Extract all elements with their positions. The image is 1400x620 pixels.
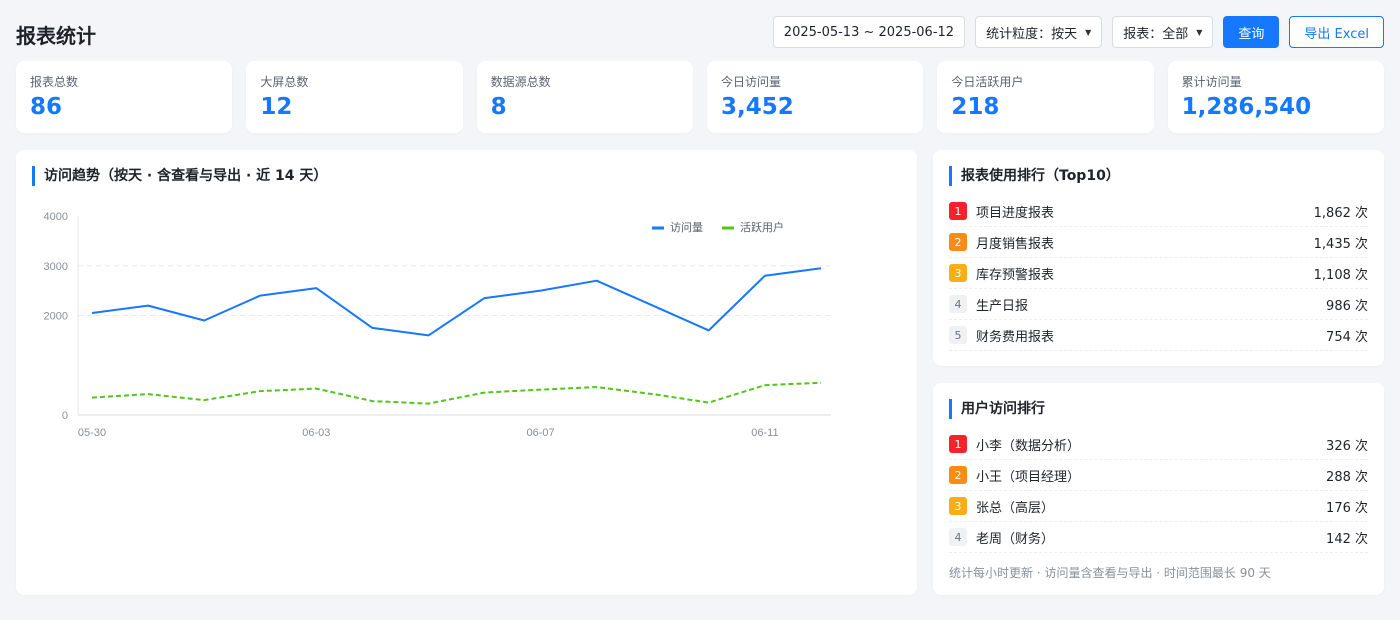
list-item[interactable]: 2 月度销售报表 1,435 次 — [949, 227, 1368, 258]
kpi-value: 3,452 — [720, 94, 794, 120]
footnote: 统计每小时更新 · 访问量含查看与导出 · 时间范围最长 90 天 — [949, 566, 1271, 580]
rank-value: 754 次 — [1326, 329, 1368, 345]
list-item[interactable]: 4 老周（财务） 142 次 — [949, 522, 1368, 553]
rank-value: 986 次 — [1326, 298, 1368, 314]
rank-value: 176 次 — [1326, 500, 1368, 516]
list-item[interactable]: 4 生产日报 986 次 — [949, 289, 1368, 320]
rank-value: 1,435 次 — [1313, 236, 1368, 252]
query-button[interactable]: 查询 — [1223, 16, 1280, 48]
granularity-value: 统计粒度：按天 — [986, 26, 1078, 42]
y-tick-label: 3000 — [44, 261, 68, 273]
kpi-card: 今日访问量 3,452 — [706, 61, 924, 133]
kpi-label: 报表总数 — [30, 75, 79, 89]
x-tick-label: 05-30 — [78, 427, 106, 439]
y-tick-label: 4000 — [44, 211, 68, 223]
report-filter-value: 报表：全部 — [1123, 26, 1189, 42]
caret-down-icon: ▼ — [1196, 27, 1203, 37]
kpi-value: 1,286,540 — [1181, 94, 1312, 120]
kpi-card: 累计访问量 1,286,540 — [1167, 61, 1384, 133]
x-tick-label: 06-11 — [751, 427, 778, 439]
rank-name: 财务费用报表 — [976, 329, 1055, 345]
kpi-card: 数据源总数 8 — [476, 61, 693, 133]
y-tick-label: 0 — [62, 410, 68, 422]
kpi-card: 今日活跃用户 218 — [937, 61, 1154, 133]
rank-value: 142 次 — [1326, 531, 1368, 547]
user-rank-title: 用户访问排行 — [949, 399, 1045, 419]
date-range-picker[interactable]: 2025-05-13 ~ 2025-06-12 — [772, 16, 966, 48]
list-item[interactable]: 1 项目进度报表 1,862 次 — [949, 196, 1368, 227]
kpi-label: 大屏总数 — [260, 75, 309, 89]
rank-name: 库存预警报表 — [976, 267, 1055, 283]
kpi-label: 数据源总数 — [490, 75, 551, 89]
rank-badge: 2 — [949, 466, 967, 484]
legend-label: 访问量 — [670, 221, 703, 234]
rank-badge: 3 — [949, 497, 967, 515]
page-title: 报表统计 — [16, 24, 96, 48]
rank-name: 老周（财务） — [976, 531, 1055, 547]
rank-badge: 5 — [949, 326, 967, 344]
rank-badge: 2 — [949, 233, 967, 251]
kpi-card: 大屏总数 12 — [246, 61, 463, 133]
trend-title: 访问趋势（按天 · 含查看与导出 · 近 14 天） — [32, 166, 327, 186]
list-item[interactable]: 1 小李（数据分析） 326 次 — [949, 429, 1368, 460]
user-rank-list: 1 小李（数据分析） 326 次 2 小王（项目经理） 288 次 3 张总（高… — [949, 429, 1368, 553]
list-item[interactable]: 5 财务费用报表 754 次 — [949, 320, 1368, 351]
list-item[interactable]: 3 库存预警报表 1,108 次 — [949, 258, 1368, 289]
user-rank-card: 用户访问排行 1 小李（数据分析） 326 次 2 小王（项目经理） 288 次… — [933, 383, 1384, 595]
series-line-2 — [91, 381, 822, 405]
kpi-value: 8 — [490, 94, 507, 120]
series-line-1 — [91, 267, 822, 337]
kpi-card: 报表总数 86 — [16, 61, 233, 133]
kpi-label: 累计访问量 — [1181, 75, 1242, 89]
trend-card: 0 2000 3000 4000 05-30 06-03 06-07 06-11 访问量 活跃用户… — [16, 150, 917, 595]
list-item[interactable]: 3 张总（高层） 176 次 — [949, 491, 1368, 522]
rank-name: 小李（数据分析） — [976, 438, 1081, 454]
rank-badge: 3 — [949, 264, 967, 282]
kpi-label: 今日活跃用户 — [951, 75, 1024, 89]
rank-value: 326 次 — [1326, 438, 1368, 454]
x-tick-label: 06-07 — [527, 427, 555, 439]
rank-name: 项目进度报表 — [976, 205, 1055, 221]
legend-label: 活跃用户 — [740, 220, 784, 234]
rank-name: 月度销售报表 — [976, 236, 1055, 252]
rank-badge: 1 — [949, 435, 967, 453]
trend-chart: 0 2000 3000 4000 05-30 06-03 06-07 06-11 访问量 活跃用户 — [44, 211, 831, 439]
toolbar: 2025-05-13 ~ 2025-06-12 统计粒度：按天 ▼ 报表：全部 … — [772, 16, 1384, 48]
rank-value: 288 次 — [1326, 469, 1368, 485]
rank-name: 生产日报 — [976, 298, 1029, 314]
kpi-value: 86 — [30, 94, 63, 120]
rank-badge: 1 — [949, 202, 967, 220]
report-rank-title: 报表使用排行（Top10） — [949, 166, 1120, 186]
y-tick-label: 2000 — [44, 311, 68, 323]
rank-badge: 4 — [949, 528, 967, 546]
x-tick-label: 06-03 — [302, 427, 330, 439]
kpi-label: 今日访问量 — [720, 75, 781, 89]
list-item[interactable]: 2 小王（项目经理） 288 次 — [949, 460, 1368, 491]
rank-name: 小王（项目经理） — [976, 469, 1081, 485]
granularity-select[interactable]: 统计粒度：按天 ▼ — [975, 16, 1103, 48]
report-filter-select[interactable]: 报表：全部 ▼ — [1112, 16, 1214, 48]
date-range-value: 2025-05-13 ~ 2025-06-12 — [783, 24, 955, 40]
export-excel-button[interactable]: 导出 Excel — [1289, 16, 1384, 48]
rank-badge: 4 — [949, 295, 967, 313]
kpi-row: 报表总数 86 大屏总数 12 数据源总数 8 今日访问量 3,452 今日活跃… — [16, 61, 1384, 133]
caret-down-icon: ▼ — [1085, 27, 1092, 37]
rank-name: 张总（高层） — [976, 500, 1055, 516]
kpi-value: 218 — [951, 94, 1000, 120]
report-rank-list: 1 项目进度报表 1,862 次 2 月度销售报表 1,435 次 3 库存预警… — [949, 196, 1368, 351]
kpi-value: 12 — [260, 94, 293, 120]
rank-value: 1,862 次 — [1313, 205, 1368, 221]
report-rank-card: 报表使用排行（Top10） 1 项目进度报表 1,862 次 2 月度销售报表 … — [933, 150, 1384, 366]
rank-value: 1,108 次 — [1313, 267, 1368, 283]
